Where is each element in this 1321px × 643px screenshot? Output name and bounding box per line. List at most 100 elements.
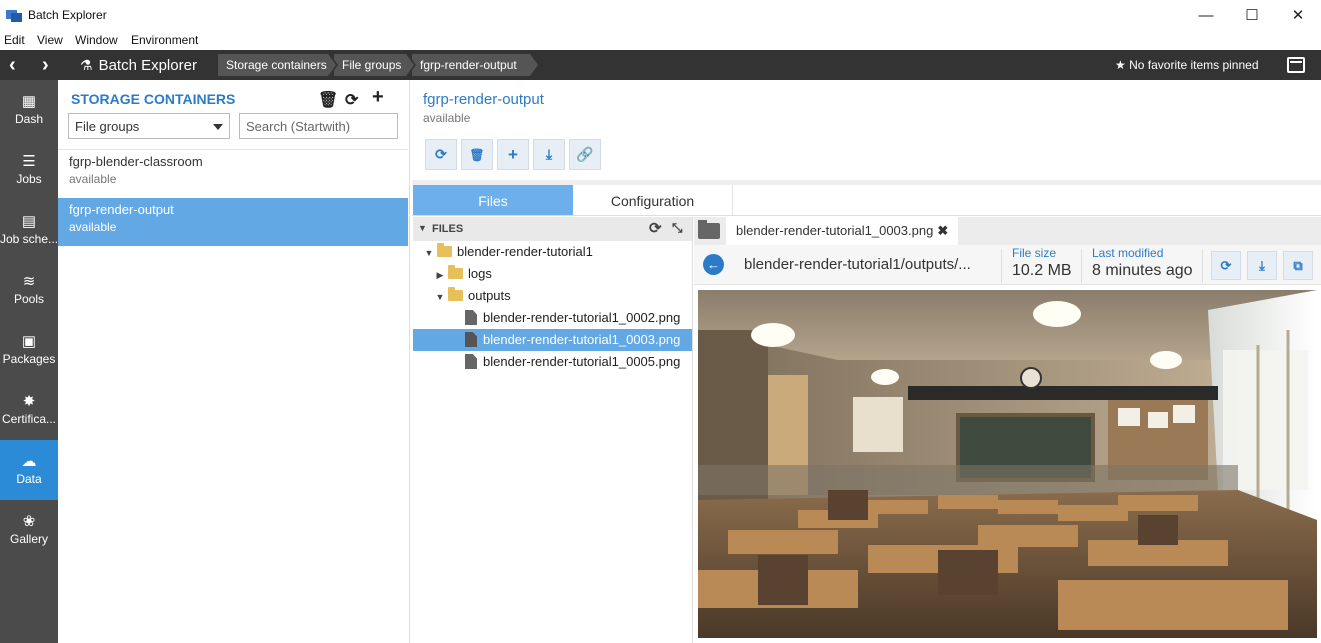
file-icon	[465, 354, 477, 369]
link-button[interactable]: 🔗	[569, 139, 601, 170]
close-icon[interactable]: ✖	[937, 223, 948, 238]
nav-packages[interactable]: ▣ Packages	[0, 320, 58, 380]
database-icon: ≋	[22, 273, 36, 290]
breadcrumb-storage-containers[interactable]: Storage containers	[218, 54, 338, 76]
tree-folder-logs[interactable]: ▶ logs	[413, 263, 692, 285]
add-icon[interactable]: +	[372, 86, 384, 109]
storage-item-status: available	[69, 220, 117, 234]
refresh-icon: ⟳	[1220, 257, 1232, 273]
page-status: available	[423, 111, 471, 125]
tab-files[interactable]: Files	[413, 185, 573, 216]
back-arrow-icon[interactable]: ‹	[9, 54, 16, 77]
menu-environment[interactable]: Environment	[131, 33, 198, 47]
download-button[interactable]: ⤓	[1247, 251, 1277, 280]
last-modified-value: 8 minutes ago	[1092, 262, 1193, 279]
gallery-icon: ❀	[22, 513, 36, 530]
title-bar: Batch Explorer — ☐ ✕	[0, 0, 1321, 30]
chevron-down-icon: ▼	[424, 248, 434, 258]
cloud-upload-icon: ☁	[21, 453, 37, 470]
folder-open-icon	[437, 243, 452, 257]
maximize-button[interactable]: ☐	[1229, 0, 1275, 30]
nav-certificates-label: Certifica...	[1, 412, 56, 426]
left-navigation: ▦ Dash ☰ Jobs ▤ Job sche... ≋ Pools ▣ Pa…	[0, 80, 58, 643]
container-type-value: File groups	[75, 119, 140, 134]
nav-packages-label: Packages	[2, 352, 56, 366]
chevron-right-icon: ▶	[436, 270, 444, 280]
download-button[interactable]: ⤓	[533, 139, 565, 170]
container-type-select[interactable]: File groups	[68, 113, 230, 139]
menu-window[interactable]: Window	[75, 33, 118, 47]
refresh-button[interactable]: ⟳	[1211, 251, 1241, 280]
file-size-value: 10.2 MB	[1012, 262, 1072, 279]
trash-icon[interactable]: 🗑	[318, 90, 338, 110]
search-input[interactable]: Search (Startwith)	[239, 113, 398, 139]
storage-item-fgrp-render-output[interactable]: fgrp-render-output available	[58, 198, 408, 246]
flask-icon: ⚗	[80, 56, 93, 73]
classroom-render-image	[698, 290, 1317, 638]
package-icon: ▣	[21, 333, 37, 350]
open-external-button[interactable]: ⧉	[1283, 251, 1313, 280]
storage-item-fgrp-blender-classroom[interactable]: fgrp-blender-classroom available	[58, 150, 408, 198]
chevron-down-icon	[213, 124, 223, 130]
dashboard-icon: ▦	[21, 93, 37, 110]
nav-data-label: Data	[16, 472, 42, 486]
nav-job-schedules[interactable]: ▤ Job sche...	[0, 200, 58, 260]
app-header: ‹ › ⚗ Batch Explorer Storage containers …	[0, 50, 1321, 80]
refresh-icon[interactable]: ⟳	[649, 219, 662, 237]
close-button[interactable]: ✕	[1275, 0, 1321, 30]
back-icon[interactable]: ←	[703, 254, 724, 275]
last-modified-label: Last modified	[1092, 246, 1164, 260]
nav-pools-label: Pools	[13, 292, 45, 306]
file-path: blender-render-tutorial1/outputs/...	[744, 256, 971, 273]
file-viewer-tabbar: blender-render-tutorial1_0003.png ✖	[694, 217, 1321, 245]
collapse-arrow-icon[interactable]: ▼	[418, 223, 427, 233]
pinned-list-icon[interactable]	[1287, 57, 1305, 73]
pinned-favorites[interactable]: ★ No favorite items pinned	[1115, 58, 1259, 72]
certificate-icon: ✸	[22, 393, 36, 410]
refresh-icon[interactable]: ⟳	[345, 90, 358, 110]
add-button[interactable]: +	[497, 139, 529, 170]
menu-edit[interactable]: Edit	[4, 33, 25, 47]
brand-label: Batch Explorer	[98, 56, 197, 74]
breadcrumb-file-groups[interactable]: File groups	[334, 54, 416, 76]
minimize-button[interactable]: —	[1183, 0, 1229, 30]
forward-arrow-icon[interactable]: ›	[42, 54, 49, 77]
divider	[1001, 249, 1002, 283]
calendar-icon: ▤	[21, 213, 37, 230]
nav-data[interactable]: ☁ Data	[0, 440, 58, 500]
nav-pools[interactable]: ≋ Pools	[0, 260, 58, 320]
folder-icon[interactable]	[698, 220, 720, 239]
tree-folder-outputs[interactable]: ▼ outputs	[413, 285, 692, 307]
tree-item-label: blender-render-tutorial1	[457, 244, 593, 259]
file-tab-label: blender-render-tutorial1_0003.png	[736, 223, 934, 238]
refresh-button[interactable]: ⟳	[425, 139, 457, 170]
tab-configuration[interactable]: Configuration	[573, 185, 733, 216]
divider	[1081, 249, 1082, 283]
tree-file-0005[interactable]: blender-render-tutorial1_0005.png	[413, 351, 692, 373]
delete-button[interactable]: 🗑	[461, 139, 493, 170]
image-preview	[698, 290, 1317, 638]
tree-file-0003[interactable]: blender-render-tutorial1_0003.png	[413, 329, 692, 351]
tree-folder-root[interactable]: ▼ blender-render-tutorial1	[413, 241, 692, 263]
nav-dash[interactable]: ▦ Dash	[0, 80, 58, 140]
collapse-all-icon[interactable]: ⤡	[672, 220, 682, 236]
jobs-icon: ☰	[22, 153, 36, 170]
nav-gallery[interactable]: ❀ Gallery	[0, 500, 58, 560]
nav-certificates[interactable]: ✸ Certifica...	[0, 380, 58, 440]
tree-item-label: blender-render-tutorial1_0005.png	[483, 354, 681, 369]
nav-jobs-label: Jobs	[16, 172, 42, 186]
divider	[412, 215, 1321, 216]
breadcrumb-fgrp-render-output[interactable]: fgrp-render-output	[412, 54, 540, 76]
tree-file-0002[interactable]: blender-render-tutorial1_0002.png	[413, 307, 692, 329]
storage-title: STORAGE CONTAINERS	[71, 91, 236, 107]
nav-gallery-label: Gallery	[9, 532, 48, 546]
file-tree-header: ▼ FILES ⟳ ⤡	[413, 217, 692, 241]
file-size-label: File size	[1012, 246, 1057, 260]
page-title: fgrp-render-output	[423, 91, 544, 108]
storage-item-name: fgrp-blender-classroom	[69, 154, 203, 169]
nav-job-schedules-label: Job sche...	[0, 232, 58, 246]
menu-view[interactable]: View	[37, 33, 63, 47]
file-tab[interactable]: blender-render-tutorial1_0003.png ✖	[726, 217, 959, 245]
brand[interactable]: ⚗ Batch Explorer	[80, 50, 197, 80]
nav-jobs[interactable]: ☰ Jobs	[0, 140, 58, 200]
